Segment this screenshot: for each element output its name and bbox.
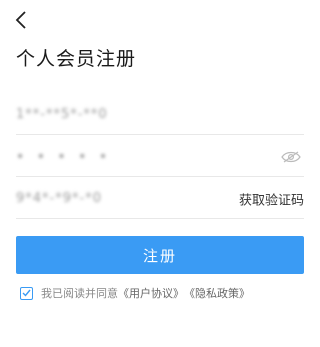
user-agreement-link[interactable]: 《用户协议》 xyxy=(118,285,184,301)
get-code-button[interactable]: 获取验证码 xyxy=(239,189,304,208)
agree-checkbox[interactable] xyxy=(20,286,33,300)
privacy-policy-link[interactable]: 《隐私政策》 xyxy=(184,285,250,301)
phone-input-value: 1**-**5*-**0 xyxy=(16,107,108,122)
eye-off-icon[interactable] xyxy=(280,150,302,164)
password-field[interactable]: • • • • • xyxy=(16,137,304,177)
back-button[interactable] xyxy=(10,9,32,31)
register-page: 个人会员注册 1**-**5*-**0 • • • • • 9*4*-*9*-*… xyxy=(0,0,320,347)
agreement-row: 我已阅读并同意 《用户协议》 《隐私政策》 xyxy=(20,285,250,301)
verification-code-field[interactable]: 9*4*-*9*-*0 获取验证码 xyxy=(16,179,304,219)
password-input-value: • • • • • xyxy=(16,148,112,165)
register-button[interactable]: 注册 xyxy=(16,236,304,274)
check-icon xyxy=(22,289,31,297)
chevron-left-icon xyxy=(15,11,26,29)
phone-field[interactable]: 1**-**5*-**0 xyxy=(16,95,304,135)
page-title: 个人会员注册 xyxy=(16,48,137,70)
code-input-value: 9*4*-*9*-*0 xyxy=(16,191,102,206)
agreement-prefix: 我已阅读并同意 xyxy=(41,287,118,300)
